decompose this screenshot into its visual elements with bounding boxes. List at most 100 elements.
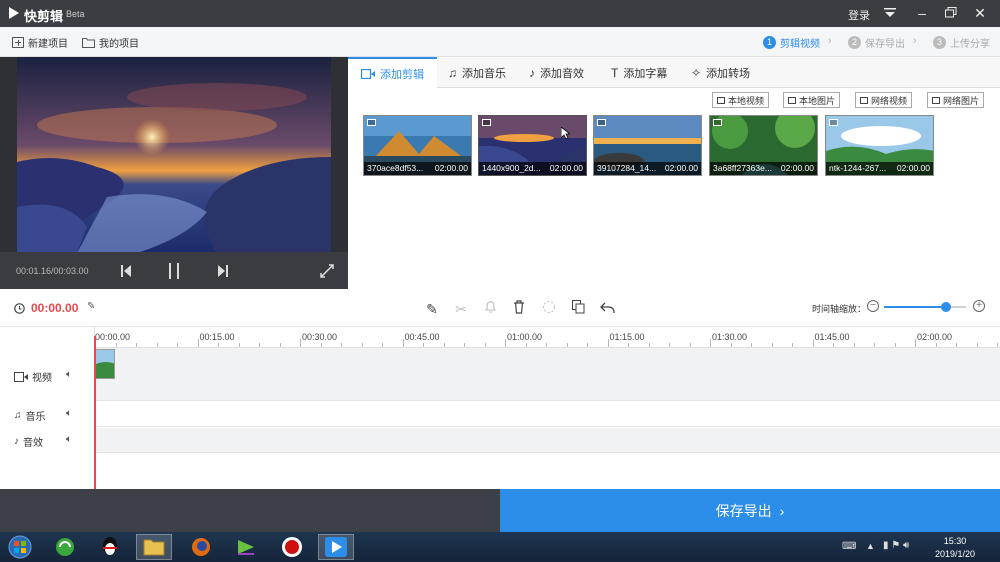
- transition-icon: ✧: [691, 65, 702, 80]
- track-music-header: ♫ 音乐: [14, 408, 46, 423]
- taskbar-app-firefox[interactable]: [183, 534, 219, 560]
- taskbar-app-kuaijianji[interactable]: [318, 534, 354, 560]
- fullscreen-icon[interactable]: [320, 264, 334, 278]
- clock-date: 2019/1/20: [935, 549, 976, 559]
- ruler-tick-label: 00:45.00: [404, 332, 440, 342]
- start-button[interactable]: [2, 534, 38, 560]
- save-export-button[interactable]: 保存导出 ›: [500, 489, 1000, 532]
- next-frame-icon[interactable]: [218, 265, 228, 277]
- step-share[interactable]: 3 上传分享: [933, 35, 990, 50]
- timeline-ruler[interactable]: 00:00.00 00:15.00 00:30.00 00:45.00 01:00.00…: [95, 327, 1000, 348]
- ruler-tick: [689, 343, 691, 347]
- sound-effect-icon: ♪: [14, 436, 19, 447]
- edit-time-icon[interactable]: ✎: [87, 301, 95, 312]
- media-name: 1440x900_2d...: [482, 163, 541, 173]
- tab-add-clip[interactable]: 添加剪辑: [348, 57, 437, 89]
- step-number: 1: [763, 36, 776, 49]
- video-icon: [860, 96, 868, 104]
- copy-icon[interactable]: [569, 300, 587, 318]
- media-duration: 02:00.00: [896, 163, 930, 173]
- mouse-cursor-icon: [561, 127, 570, 140]
- close-icon[interactable]: ✕: [970, 4, 990, 22]
- record-icon: [282, 537, 302, 557]
- taskbar-app-recorder[interactable]: [274, 534, 310, 560]
- media-caption: 370ace8df53... 02:00.00: [364, 162, 471, 175]
- taskbar-app-explorer[interactable]: [136, 534, 172, 560]
- folder-icon: [82, 38, 95, 48]
- taskbar-app-360[interactable]: [47, 534, 83, 560]
- tab-add-subtitle[interactable]: T 添加字幕: [598, 57, 680, 88]
- tab-add-music[interactable]: ♫ 添加音乐: [435, 57, 519, 88]
- pencil-icon[interactable]: ✎: [423, 300, 441, 318]
- menu-dropdown-icon[interactable]: [880, 4, 900, 22]
- project-toolbar: 新建项目 我的项目 1 剪辑视频 › 2 保存导出 › 3 上传分享: [0, 27, 1000, 57]
- track-label: 视频: [32, 373, 52, 384]
- folder-icon: [143, 539, 165, 556]
- taskbar-app-qq[interactable]: [92, 534, 128, 560]
- step-export[interactable]: 2 保存导出: [848, 35, 905, 50]
- speaker-icon[interactable]: 🔈︎: [66, 369, 72, 380]
- media-item[interactable]: 39107284_14... 02:00.00: [593, 115, 702, 176]
- tab-add-effects[interactable]: ♪ 添加音效: [516, 57, 597, 88]
- pause-icon[interactable]: [168, 263, 180, 279]
- tab-add-transition[interactable]: ✧ 添加转场: [678, 57, 763, 88]
- ruler-tick: [812, 339, 814, 347]
- zoom-slider-handle[interactable]: [940, 302, 951, 312]
- zoom-in-icon[interactable]: +: [973, 300, 985, 312]
- media-item[interactable]: 3a68ff27363e... 02:00.00: [709, 115, 818, 176]
- video-clip[interactable]: [95, 349, 115, 379]
- media-item[interactable]: 1440x900_2d... 02:00.00: [478, 115, 587, 176]
- my-projects-label: 我的项目: [99, 39, 139, 50]
- ruler-tick: [648, 343, 650, 347]
- online-video-button[interactable]: 网络视频: [855, 92, 913, 108]
- ruler-tick-label: 01:00.00: [507, 332, 543, 342]
- media-item[interactable]: ntk-1244-267... 02:00.00: [825, 115, 934, 176]
- ruler-tick-label: 01:15.00: [609, 332, 645, 342]
- undo-icon[interactable]: [598, 300, 616, 318]
- ruler-tick: [402, 339, 404, 347]
- speaker-icon[interactable]: 🔈︎: [66, 434, 72, 445]
- maximize-icon[interactable]: [941, 4, 961, 22]
- scissors-icon[interactable]: ✂: [452, 300, 470, 318]
- zoom-slider[interactable]: [884, 302, 966, 312]
- ruler-tick: [915, 339, 916, 347]
- tray-expand-icon[interactable]: ▲: [866, 541, 875, 551]
- local-image-button[interactable]: 本地图片: [783, 92, 841, 108]
- clip-thumbnail: [96, 350, 114, 378]
- zoom-out-icon[interactable]: −: [867, 300, 879, 312]
- new-project-button[interactable]: 新建项目: [12, 35, 68, 50]
- previous-frame-icon[interactable]: [121, 265, 131, 277]
- system-clock[interactable]: 15:30 2019/1/20: [935, 535, 975, 561]
- step-edit[interactable]: 1 剪辑视频: [763, 35, 820, 50]
- taskbar-app-media[interactable]: [228, 534, 264, 560]
- ruler-tick: [382, 343, 383, 347]
- ruler-tick: [505, 339, 506, 347]
- online-image-button[interactable]: 网络图片: [927, 92, 985, 108]
- media-item[interactable]: 370ace8df53... 02:00.00: [363, 115, 472, 176]
- bell-icon[interactable]: [481, 300, 499, 318]
- crop-icon[interactable]: [540, 300, 558, 318]
- video-track[interactable]: [95, 348, 1000, 401]
- effects-track[interactable]: [95, 428, 1000, 453]
- tray-icons[interactable]: ▮ ⚑ 🔊︎: [883, 540, 909, 551]
- media-duration: 02:00.00: [549, 163, 583, 173]
- keyboard-icon[interactable]: ⌨: [842, 541, 856, 552]
- ruler-tick: [525, 343, 527, 347]
- speaker-icon[interactable]: 🔈︎: [66, 408, 72, 419]
- my-projects-button[interactable]: 我的项目: [82, 35, 139, 50]
- delete-icon[interactable]: [510, 300, 528, 318]
- ruler-tick-label: 02:00.00: [917, 332, 953, 342]
- ruler-tick: [710, 339, 711, 347]
- tab-label: 添加音乐: [462, 67, 506, 80]
- music-track[interactable]: [95, 402, 1000, 427]
- ruler-tick: [300, 339, 301, 347]
- app-logo-icon: [9, 7, 19, 19]
- local-video-button[interactable]: 本地视频: [712, 92, 770, 108]
- login-link[interactable]: 登录: [848, 7, 870, 23]
- sound-effect-icon: ♪: [529, 65, 535, 80]
- minimize-icon[interactable]: –: [912, 4, 932, 22]
- chevron-right-icon: ›: [913, 35, 917, 47]
- playhead[interactable]: [94, 336, 96, 489]
- ruler-tick: [669, 343, 670, 347]
- ruler-tick: [423, 343, 424, 347]
